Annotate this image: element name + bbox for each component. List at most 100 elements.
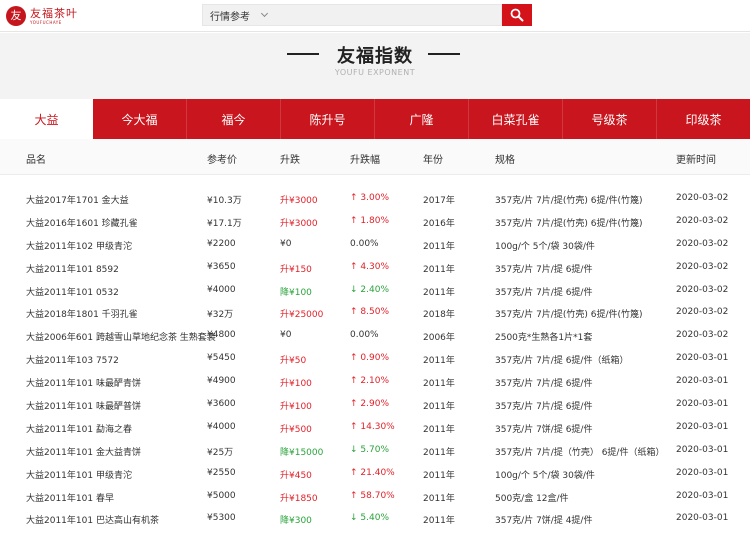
product-name-cell[interactable]: 大益2011年101 春早: [26, 491, 114, 504]
table-row[interactable]: 大益2011年101 春早 ¥5000 升¥1850 ↑ 58.70% 2011年 500…: [0, 486, 750, 509]
product-name-cell[interactable]: 大益2018年1801 千羽孔雀: [26, 307, 138, 320]
site-logo[interactable]: 友 友福茶叶 YOUFUCHAYE: [6, 5, 78, 27]
tab-3[interactable]: 陈升号: [281, 99, 375, 139]
specification-cell: 357克/片 7片/提(竹壳) 6提/件(竹篾): [495, 218, 643, 229]
product-name-cell[interactable]: 大益2011年103 7572: [26, 353, 119, 366]
specification-cell: 357克/片 7片/提 6提/件: [495, 379, 593, 390]
year-cell: 2011年: [423, 470, 455, 481]
table-row[interactable]: 大益2017年1701 金大益 ¥10.3万 升¥3000 ↑ 3.00% 2017年 3…: [0, 188, 750, 211]
tab-7[interactable]: 印级茶: [657, 99, 750, 139]
search-button[interactable]: [502, 4, 532, 26]
year-cell: 2016年: [423, 218, 455, 229]
year-cell: 2011年: [423, 287, 455, 298]
price-change-cell: ¥0: [280, 238, 292, 249]
product-name-cell[interactable]: 大益2011年101 味最酽青饼: [26, 376, 141, 389]
year-cell: 2011年: [423, 516, 455, 527]
product-name-cell[interactable]: 大益2017年1701 金大益: [26, 193, 129, 206]
table-row[interactable]: 大益2011年101 味最酽普饼 ¥3600 升¥100 ↑ 2.90% 2011年 35…: [0, 394, 750, 417]
tab-6[interactable]: 号级茶: [563, 99, 657, 139]
price-change-cell: 升¥100: [280, 402, 312, 413]
product-name-cell[interactable]: 大益2011年101 甲级青沱: [26, 468, 132, 481]
updated-date-cell: 2020-03-02: [676, 284, 729, 295]
product-name-cell[interactable]: 大益2011年101 8592: [26, 262, 119, 275]
brand-tabs: 大益 今大福 福今 陈升号 广隆 白菜孔雀 号级茶 印级茶: [0, 99, 750, 139]
table-row[interactable]: 大益2018年1801 千羽孔雀 ¥32万 升¥25000 ↑ 8.50% 2018年 3…: [0, 302, 750, 325]
page-title: 友福指数: [337, 46, 413, 67]
column-header-price: 参考价: [207, 155, 237, 166]
tab-0[interactable]: 大益: [0, 99, 93, 139]
chevron-down-icon: [260, 9, 269, 18]
search-category-label: 行情参考: [210, 11, 250, 23]
tab-4[interactable]: 广隆: [375, 99, 469, 139]
change-percent-cell: 0.00%: [350, 238, 379, 249]
updated-date-cell: 2020-03-01: [676, 421, 729, 432]
tab-2[interactable]: 福今: [187, 99, 281, 139]
price-change-cell: 升¥450: [280, 470, 312, 481]
column-header-change: 升跌: [280, 155, 300, 166]
specification-cell: 357克/片 7饼/提 6提/件: [495, 424, 593, 435]
product-name-cell[interactable]: 大益2011年101 勐海之春: [26, 422, 132, 435]
specification-cell: 357克/片 7片/提 6提/件: [495, 402, 593, 413]
product-name-cell[interactable]: 大益2011年101 0532: [26, 285, 119, 298]
product-name-cell[interactable]: 大益2011年101 味最酽普饼: [26, 399, 141, 412]
table-row[interactable]: 大益2011年101 8592 ¥3650 升¥150 ↑ 4.30% 2011年 357…: [0, 257, 750, 280]
search-category-select[interactable]: 行情参考: [203, 8, 269, 23]
specification-cell: 357克/片 7饼/提 4提/件: [495, 516, 593, 527]
price-change-cell: 升¥3000: [280, 218, 318, 229]
table-row[interactable]: 大益2011年101 0532 ¥4000 降¥100 ↓ 2.40% 2011年 357…: [0, 280, 750, 303]
price-change-cell: 升¥500: [280, 424, 312, 435]
tab-1[interactable]: 今大福: [93, 99, 187, 139]
logo-name: 友福茶叶: [30, 6, 78, 20]
year-cell: 2017年: [423, 196, 455, 206]
specification-cell: 357克/片 7片/提(竹壳) 6提/件(竹篾): [495, 310, 643, 321]
tab-5[interactable]: 白菜孔雀: [469, 99, 563, 139]
reference-price-cell: ¥4000: [207, 421, 236, 432]
product-name-cell[interactable]: 大益2006年601 跨越雪山草地纪念茶 生熟套装: [26, 330, 216, 343]
table-row[interactable]: 大益2011年103 7572 ¥5450 升¥50 ↑ 0.90% 2011年 357克…: [0, 348, 750, 371]
price-change-cell: 升¥150: [280, 264, 312, 275]
change-percent-cell: ↑ 8.50%: [350, 307, 389, 318]
change-percent-cell: ↑ 3.00%: [350, 193, 389, 203]
change-percent-cell: ↑ 0.90%: [350, 353, 389, 364]
updated-date-cell: 2020-03-01: [676, 399, 729, 410]
price-change-cell: 升¥3000: [280, 196, 318, 206]
search-input[interactable]: [275, 9, 475, 21]
column-header-updated: 更新时间: [676, 155, 716, 166]
year-cell: 2018年: [423, 310, 455, 321]
specification-cell: 2500克*生熟各1片*1套: [495, 333, 593, 344]
reference-price-cell: ¥10.3万: [207, 196, 242, 206]
search-icon: [510, 8, 524, 22]
top-bar: 友 友福茶叶 YOUFUCHAYE 行情参考: [0, 0, 750, 32]
specification-cell: 357克/片 7片/提(竹壳) 6提/件(竹篾): [495, 196, 643, 206]
reference-price-cell: ¥5300: [207, 513, 236, 524]
table-row[interactable]: 大益2006年601 跨越雪山草地纪念茶 生熟套装 ¥4800 ¥0 0.00% 200…: [0, 325, 750, 348]
product-name-cell[interactable]: 大益2016年1601 珍藏孔雀: [26, 216, 138, 229]
table-row[interactable]: 大益2011年101 金大益青饼 ¥25万 降¥15000 ↓ 5.70% 2011年 3…: [0, 440, 750, 463]
table-row[interactable]: 大益2011年101 味最酽青饼 ¥4900 升¥100 ↑ 2.10% 2011年 35…: [0, 371, 750, 394]
updated-date-cell: 2020-03-01: [676, 490, 729, 501]
product-name-cell[interactable]: 大益2011年102 甲级青沱: [26, 239, 132, 252]
search-bar: 行情参考: [202, 4, 502, 26]
year-cell: 2011年: [423, 424, 455, 435]
table-row[interactable]: 大益2016年1601 珍藏孔雀 ¥17.1万 升¥3000 ↑ 1.80% 2016年…: [0, 211, 750, 234]
reference-price-cell: ¥4800: [207, 330, 236, 341]
specification-cell: 100g/个 5个/袋 30袋/件: [495, 470, 595, 481]
table-row[interactable]: 大益2011年102 甲级青沱 ¥2200 ¥0 0.00% 2011年 100g/个 5…: [0, 234, 750, 257]
column-header-year: 年份: [423, 155, 443, 166]
product-name-cell[interactable]: 大益2011年101 金大益青饼: [26, 445, 141, 458]
table-row[interactable]: 大益2011年101 巴达高山有机茶 ¥5300 降¥300 ↓ 5.40% 2011年…: [0, 508, 750, 531]
updated-date-cell: 2020-03-02: [676, 261, 729, 272]
logo-text: 友福茶叶 YOUFUCHAYE: [30, 8, 78, 25]
product-name-cell[interactable]: 大益2011年101 巴达高山有机茶: [26, 513, 159, 526]
logo-name-en: YOUFUCHAYE: [30, 19, 62, 25]
reference-price-cell: ¥32万: [207, 310, 234, 321]
table-row[interactable]: 大益2011年101 勐海之春 ¥4000 升¥500 ↑ 14.30% 2011年 35…: [0, 417, 750, 440]
column-header-spec: 规格: [495, 155, 515, 166]
specification-cell: 357克/片 7片/提 6提/件: [495, 264, 593, 275]
price-change-cell: 降¥15000: [280, 447, 324, 458]
page-subtitle: YOUFU EXPONENT: [334, 68, 416, 77]
year-cell: 2011年: [423, 264, 455, 275]
specification-cell: 500克/盒 12盒/件: [495, 493, 569, 504]
specification-cell: 357克/片 7片/提 6提/件: [495, 287, 593, 298]
table-row[interactable]: 大益2011年101 甲级青沱 ¥2550 升¥450 ↑ 21.40% 2011年 10…: [0, 463, 750, 486]
